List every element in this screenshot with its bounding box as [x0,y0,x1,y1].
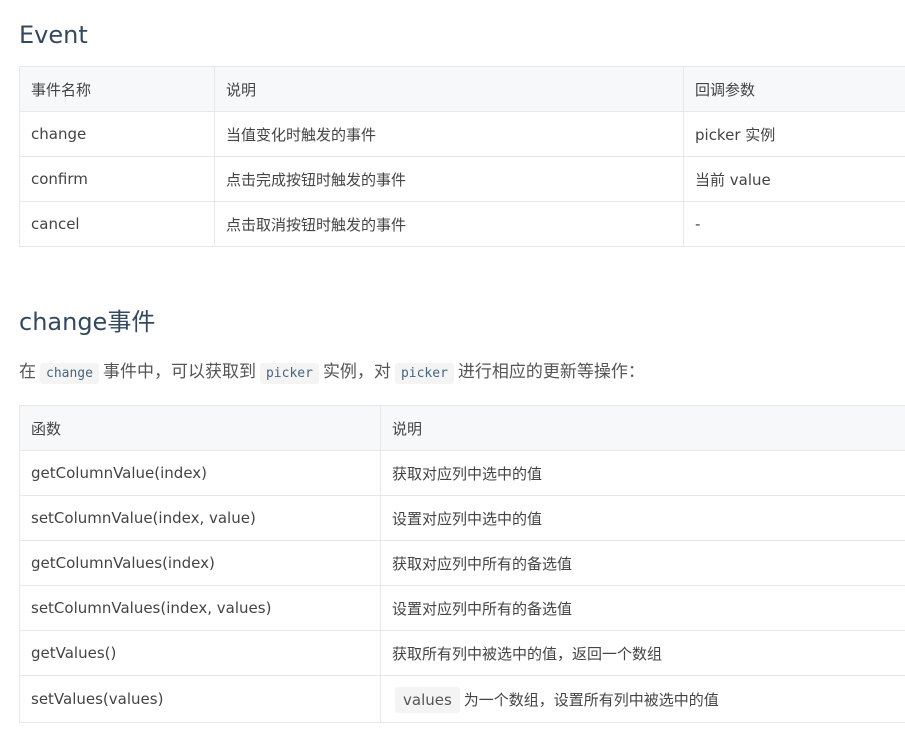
method-name-cell: setColumnValue(index, value) [19,495,381,541]
table-row: confirm 点击完成按钮时触发的事件 当前 value [19,156,905,202]
inline-code-change: change [40,363,99,384]
event-params-cell: - [683,201,905,247]
table-row: getColumnValue(index) 获取对应列中选中的值 [19,450,905,496]
method-table: 函数 说明 getColumnValue(index) 获取对应列中选中的值 s… [19,405,905,723]
table-row: getColumnValues(index) 获取对应列中所有的备选值 [19,540,905,586]
header-cell-description: 说明 [380,405,905,451]
table-header-row: 事件名称 说明 回调参数 [19,66,905,112]
table-row: getValues() 获取所有列中被选中的值，返回一个数组 [19,630,905,676]
event-desc-cell: 当值变化时触发的事件 [214,111,684,157]
table-row: setColumnValues(index, values) 设置对应列中所有的… [19,585,905,631]
method-desc-cell: values 为一个数组，设置所有列中被选中的值 [380,675,905,723]
table-header-row: 函数 说明 [19,405,905,451]
method-desc-cell: 获取对应列中所有的备选值 [380,540,905,586]
inline-code-values: values [395,686,460,713]
method-desc-cell: 获取对应列中选中的值 [380,450,905,496]
method-desc-cell: 获取所有列中被选中的值，返回一个数组 [380,630,905,676]
header-cell-event-name: 事件名称 [19,66,215,112]
header-cell-callback-params: 回调参数 [683,66,905,112]
desc-text: 事件中，可以获取到 [102,362,256,382]
method-name-cell: getColumnValue(index) [19,450,381,496]
table-row: setColumnValue(index, value) 设置对应列中选中的值 [19,495,905,541]
event-name-cell: cancel [19,201,215,247]
method-desc-text: 为一个数组，设置所有列中被选中的值 [463,690,719,709]
desc-text: 进行相应的更新等操作： [457,362,645,382]
header-cell-function: 函数 [19,405,381,451]
change-event-description: 在 change 事件中，可以获取到 picker 实例，对 picker 进行相应的更新等… [19,358,645,388]
event-name-cell: change [19,111,215,157]
event-heading: Event [19,21,88,49]
method-desc-cell: 设置对应列中所有的备选值 [380,585,905,631]
method-name-cell: getColumnValues(index) [19,540,381,586]
table-row: setValues(values) values 为一个数组，设置所有列中被选中的… [19,675,905,723]
method-name-cell: setValues(values) [19,675,381,723]
method-name-cell: getValues() [19,630,381,676]
inline-code-picker: picker [394,363,454,384]
inline-code-picker: picker [259,363,319,384]
event-desc-cell: 点击取消按钮时触发的事件 [214,201,684,247]
header-cell-description: 说明 [214,66,684,112]
table-row: cancel 点击取消按钮时触发的事件 - [19,201,905,247]
event-params-cell: picker 实例 [683,111,905,157]
desc-text: 实例，对 [322,362,391,382]
event-desc-cell: 点击完成按钮时触发的事件 [214,156,684,202]
desc-text: 在 [19,362,36,382]
event-name-cell: confirm [19,156,215,202]
event-params-cell: 当前 value [683,156,905,202]
event-table: 事件名称 说明 回调参数 change 当值变化时触发的事件 picker 实例… [19,66,905,247]
method-name-cell: setColumnValues(index, values) [19,585,381,631]
method-desc-cell: 设置对应列中选中的值 [380,495,905,541]
table-row: change 当值变化时触发的事件 picker 实例 [19,111,905,157]
change-event-heading: change事件 [19,308,156,336]
